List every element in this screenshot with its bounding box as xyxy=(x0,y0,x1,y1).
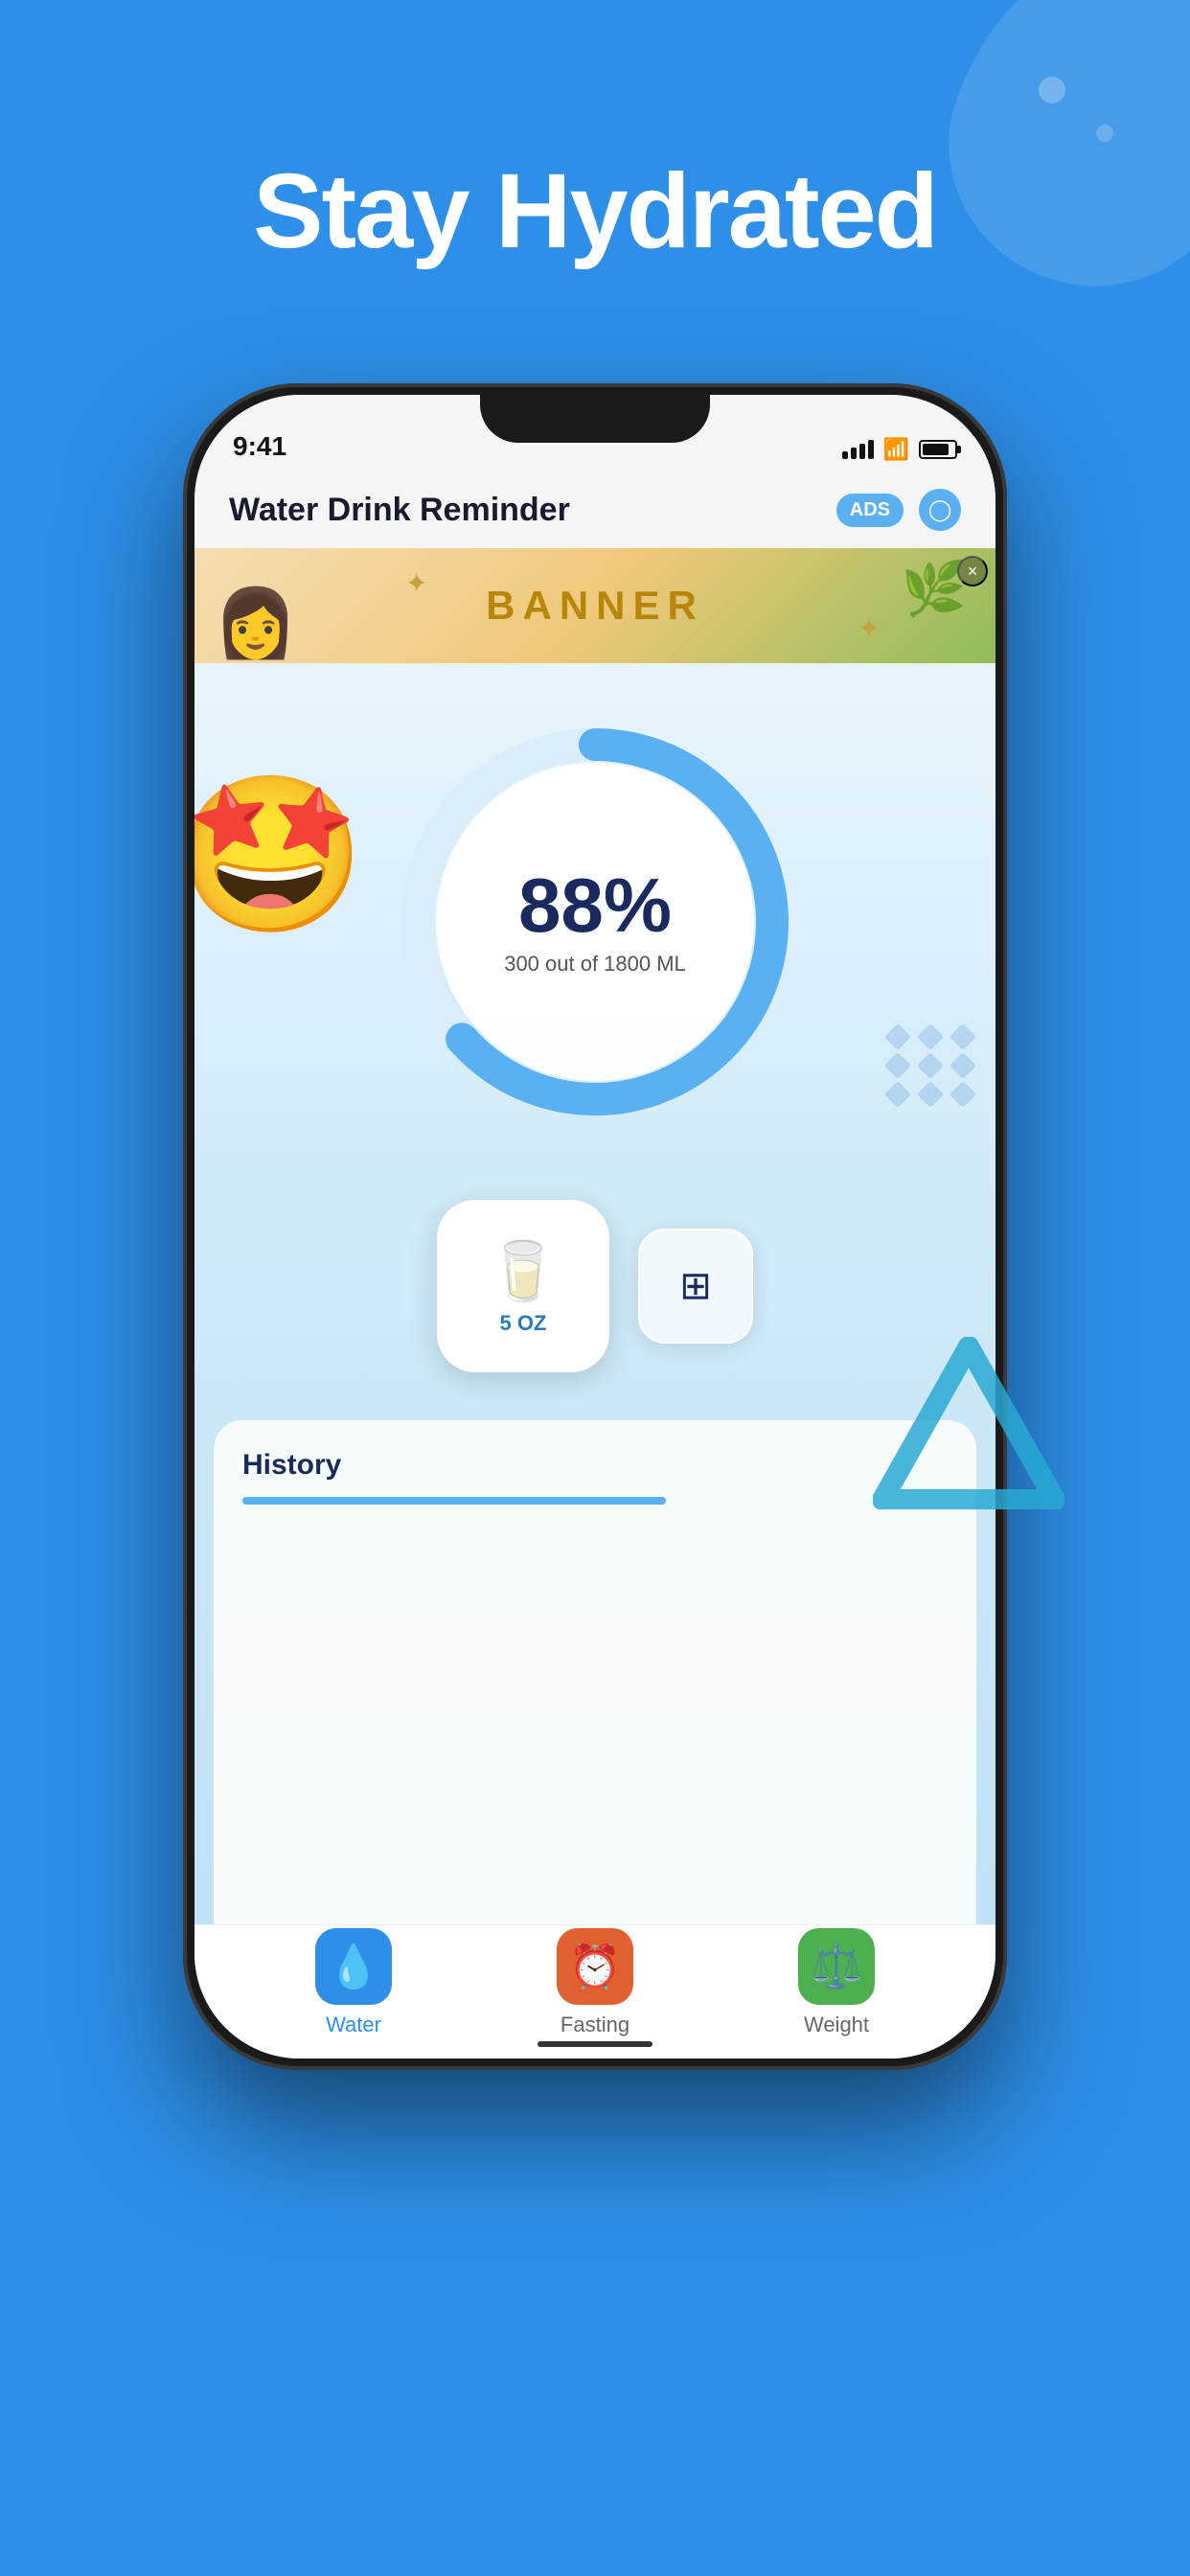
drink-oz-label: 5 OZ xyxy=(500,1311,547,1336)
history-section: History xyxy=(214,1420,976,1934)
custom-cup-icon: ⊞ xyxy=(679,1264,712,1308)
diamond-decorations xyxy=(888,1027,976,1104)
history-progress-bar xyxy=(242,1497,666,1505)
diamond-8 xyxy=(917,1081,944,1108)
signal-bar-3 xyxy=(859,444,865,459)
page-headline: Stay Hydrated xyxy=(0,153,1190,269)
diamond-5 xyxy=(917,1052,944,1079)
progress-percent: 88% xyxy=(504,867,686,944)
triangle-svg xyxy=(873,1337,1064,1509)
triangle-logo-decoration xyxy=(873,1337,1064,1514)
phone-frame: 9:41 📶 Water Drink xyxy=(183,383,1007,2070)
banner-girl-icon: 👩 xyxy=(214,585,297,663)
signal-bar-4 xyxy=(868,440,874,459)
water-drop-icon: 💧 xyxy=(328,1942,380,1991)
signal-icon xyxy=(842,440,874,459)
diamond-4 xyxy=(884,1052,911,1079)
header-buttons: ADS ◯ xyxy=(836,489,961,531)
battery-icon xyxy=(919,440,957,459)
diamond-1 xyxy=(884,1024,911,1050)
banner-plus-2: ✦ xyxy=(858,612,881,644)
status-icons: 📶 xyxy=(842,437,957,462)
home-indicator xyxy=(538,2041,652,2047)
fasting-clock-icon: ⏰ xyxy=(569,1942,622,1991)
wifi-icon: 📶 xyxy=(883,437,909,462)
diamond-2 xyxy=(917,1024,944,1050)
emoji-mascot: 🤩 xyxy=(195,778,367,970)
signal-bar-2 xyxy=(851,448,857,459)
drink-custom-button[interactable]: ⊞ xyxy=(638,1229,753,1344)
banner-ad: 👩 BANNER ✦ ✦ 🌿 × xyxy=(195,548,995,663)
phone-notch xyxy=(480,395,710,443)
tab-fasting[interactable]: ⏰ Fasting xyxy=(557,1928,633,2037)
tab-bar: 💧 Water ⏰ Fasting ⚖️ Weigh xyxy=(195,1924,995,2058)
progress-detail: 300 out of 1800 ML xyxy=(504,952,686,977)
bg-dot-2 xyxy=(1096,125,1113,142)
tab-water-label: Water xyxy=(326,2012,381,2037)
drink-5oz-button[interactable]: 🥛 5 OZ xyxy=(437,1200,609,1372)
phone-wrapper: 9:41 📶 Water Drink xyxy=(183,383,1007,2070)
status-time: 9:41 xyxy=(233,431,286,462)
tab-weight-icon-wrapper: ⚖️ xyxy=(798,1928,875,2005)
banner-text: BANNER xyxy=(486,583,704,629)
glass-5oz-icon: 🥛 xyxy=(488,1237,560,1305)
signal-bar-1 xyxy=(842,451,848,459)
bg-dot-1 xyxy=(1039,77,1065,104)
settings-icon: ◯ xyxy=(928,497,952,522)
tab-weight-label: Weight xyxy=(804,2012,869,2037)
battery-tip xyxy=(957,446,961,453)
settings-button[interactable]: ◯ xyxy=(919,489,961,531)
drink-buttons: 🥛 5 OZ ⊞ xyxy=(437,1200,753,1372)
ads-button[interactable]: ADS xyxy=(836,494,904,527)
tab-fasting-icon-wrapper: ⏰ xyxy=(557,1928,633,2005)
tab-fasting-label: Fasting xyxy=(561,2012,629,2037)
history-title: History xyxy=(242,1449,948,1482)
progress-center: 88% 300 out of 1800 ML xyxy=(504,867,686,977)
app-title: Water Drink Reminder xyxy=(229,492,570,529)
tab-water[interactable]: 💧 Water xyxy=(315,1928,392,2037)
mascot-emoji: 🤩 xyxy=(195,769,366,940)
banner-close-button[interactable]: × xyxy=(957,556,988,586)
diamond-7 xyxy=(884,1081,911,1108)
progress-container: 88% 300 out of 1800 ML xyxy=(384,711,806,1133)
tab-weight[interactable]: ⚖️ Weight xyxy=(798,1928,875,2037)
diamond-6 xyxy=(950,1052,976,1079)
banner-plus-1: ✦ xyxy=(405,567,427,599)
tab-water-icon-wrapper: 💧 xyxy=(315,1928,392,2005)
battery-fill xyxy=(923,444,949,455)
diamond-3 xyxy=(950,1024,976,1050)
diamond-9 xyxy=(950,1081,976,1108)
phone-screen: 9:41 📶 Water Drink xyxy=(195,395,995,2058)
app-header: Water Drink Reminder ADS ◯ xyxy=(195,472,995,548)
weight-scale-icon: ⚖️ xyxy=(811,1942,863,1991)
